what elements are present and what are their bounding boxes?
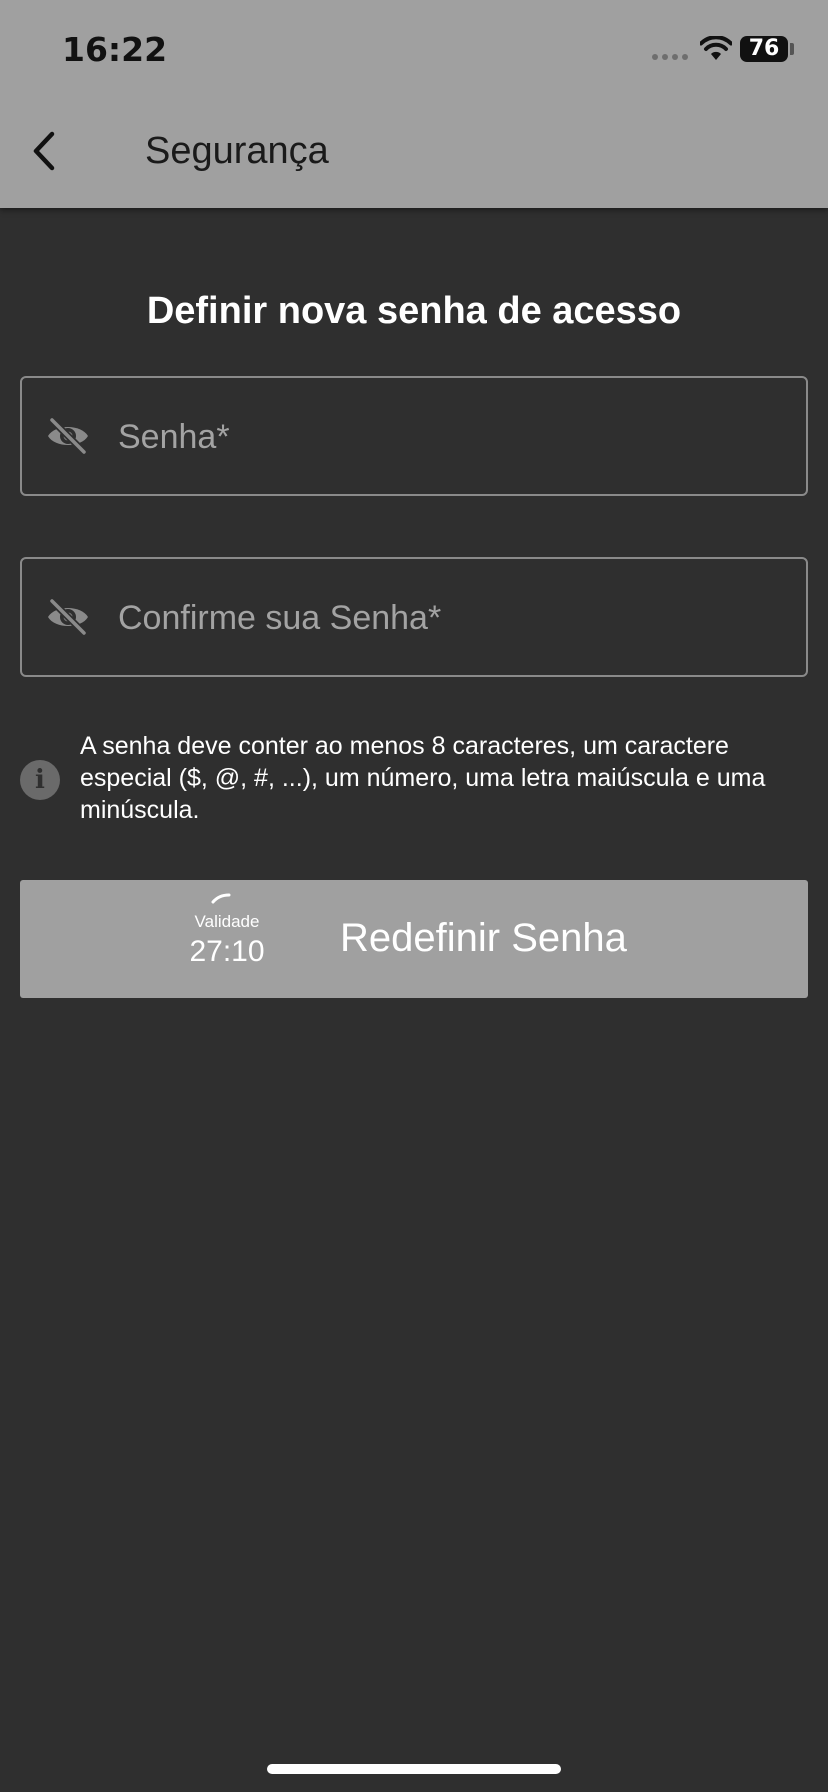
reset-password-button[interactable]: Validade 27:10 Redefinir Senha: [20, 880, 808, 998]
battery-indicator: 76: [740, 36, 788, 62]
reset-password-label: Redefinir Senha: [340, 916, 627, 960]
form-heading: Definir nova senha de acesso: [146, 290, 682, 332]
validity-label: Validade: [194, 912, 260, 931]
eye-off-icon[interactable]: [46, 416, 90, 456]
wifi-icon: [700, 36, 732, 60]
confirm-password-field[interactable]: [20, 557, 808, 677]
eye-off-icon[interactable]: [46, 597, 90, 637]
home-indicator[interactable]: [267, 1764, 561, 1774]
page-title: Segurança: [145, 130, 329, 172]
cellular-signal-icon: [652, 54, 688, 60]
timer-progress-icon: [211, 893, 231, 904]
password-input[interactable]: [116, 378, 780, 496]
status-time: 16:22: [62, 30, 168, 69]
top-bar: 16:22 76 Segurança: [0, 0, 828, 208]
info-icon: i: [20, 760, 60, 800]
battery-cap: [790, 43, 794, 55]
back-chevron-icon[interactable]: [26, 126, 66, 176]
validity-countdown: 27:10: [189, 935, 265, 968]
password-field[interactable]: [20, 376, 808, 496]
password-requirements-hint: A senha deve conter ao menos 8 caractere…: [80, 732, 766, 824]
confirm-password-input[interactable]: [116, 559, 780, 677]
